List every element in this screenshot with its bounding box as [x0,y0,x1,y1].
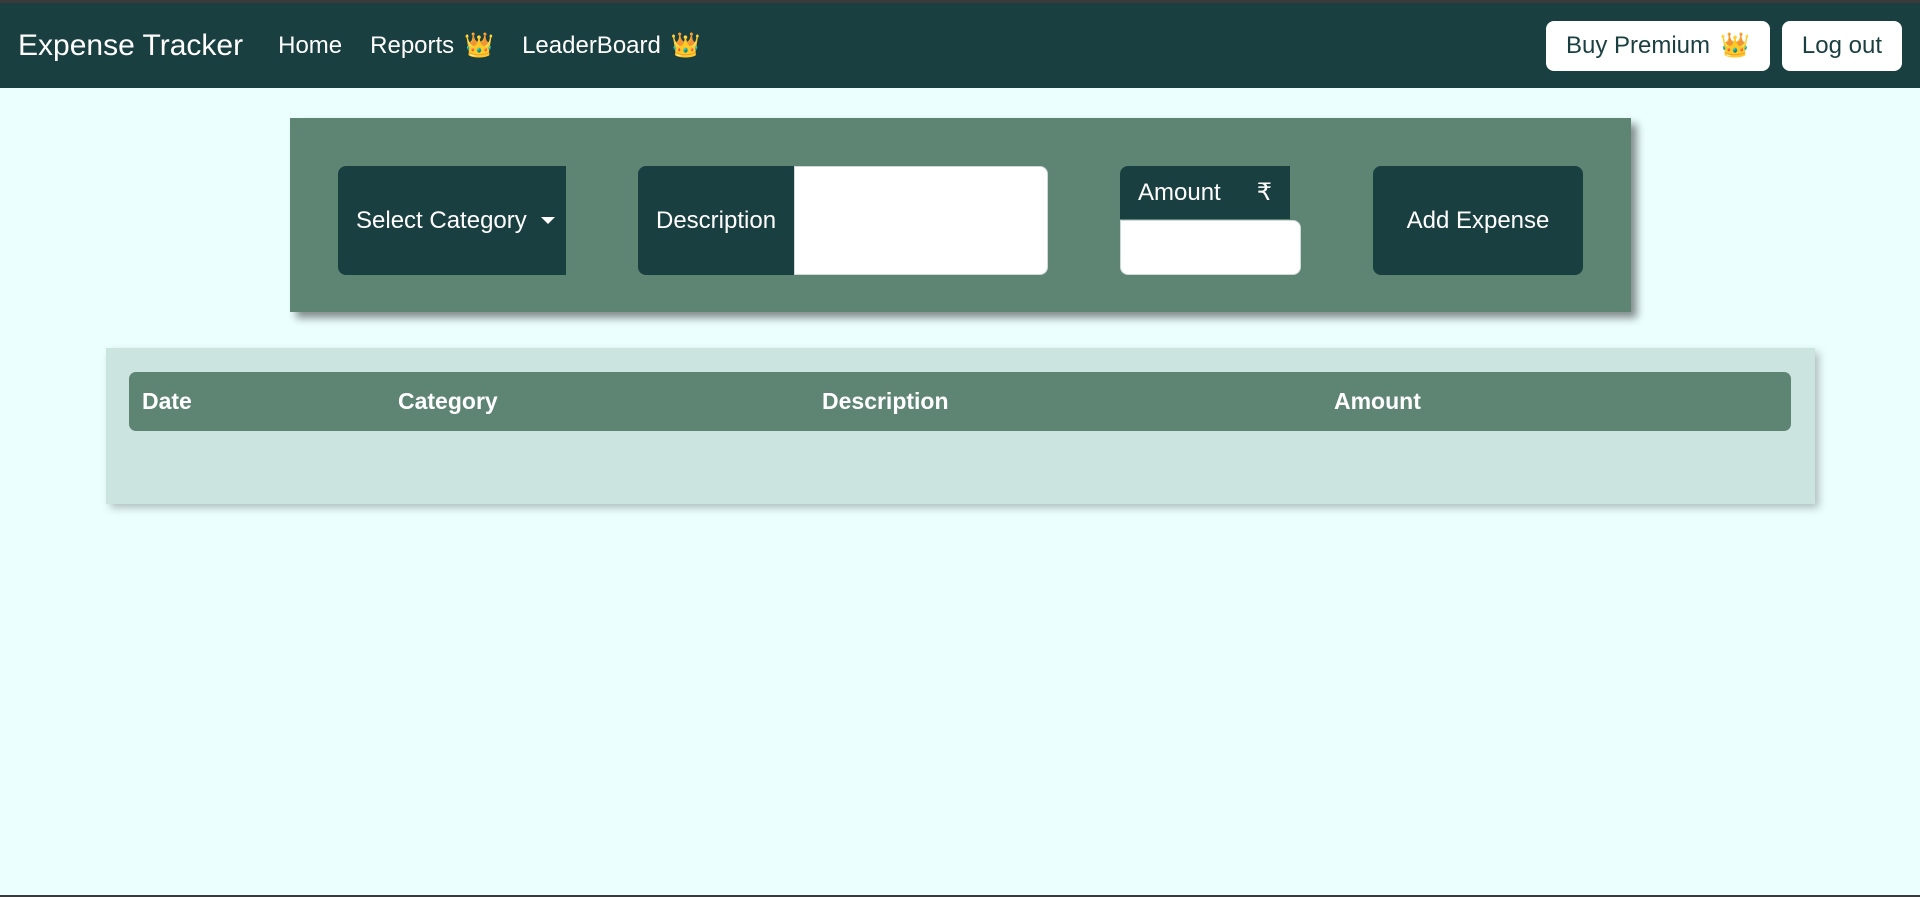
add-expense-label: Add Expense [1406,206,1550,234]
expense-table: Date Category Description Amount [106,348,1815,504]
table-header: Date Category Description Amount [129,372,1791,431]
category-dropdown-label: Select Category [356,206,527,234]
crown-icon: 👑 [464,32,495,59]
amount-label-text: Amount [1138,178,1221,206]
amount-label: Amount ₹ [1120,166,1290,219]
nav-link-leaderboard[interactable]: LeaderBoard 👑 [522,31,701,60]
nav-link-label: LeaderBoard [522,31,661,59]
brand-title[interactable]: Expense Tracker [18,29,243,63]
nav-link-reports[interactable]: Reports 👑 [370,31,494,60]
column-header-amount: Amount [1334,388,1421,414]
amount-input[interactable] [1120,220,1301,275]
crown-icon: 👑 [670,32,701,59]
description-label-text: Description [656,206,777,234]
rupee-icon: ₹ [1256,179,1272,206]
nav-link-label: Home [278,31,343,59]
column-header-description: Description [822,388,949,414]
crown-icon: 👑 [1720,32,1750,59]
description-input[interactable] [794,166,1048,275]
buy-premium-label: Buy Premium [1565,31,1711,59]
column-header-category: Category [398,388,498,414]
expense-form: Select Category Description Amount ₹ Add… [290,118,1631,312]
category-dropdown[interactable]: Select Category [338,166,566,275]
logout-button[interactable]: Log out [1781,20,1902,71]
nav-link-home[interactable]: Home [278,32,342,60]
caret-down-icon [540,217,555,224]
navbar-actions: Buy Premium 👑 Log out [1545,20,1902,71]
column-header-date: Date [142,388,192,414]
logout-label: Log out [1801,31,1882,59]
navbar: Expense Tracker Home Reports 👑 LeaderBoa… [0,3,1920,88]
nav-link-label: Reports [370,31,455,59]
description-label: Description [638,166,794,275]
buy-premium-button[interactable]: Buy Premium 👑 [1545,20,1770,71]
add-expense-button[interactable]: Add Expense [1373,166,1583,275]
